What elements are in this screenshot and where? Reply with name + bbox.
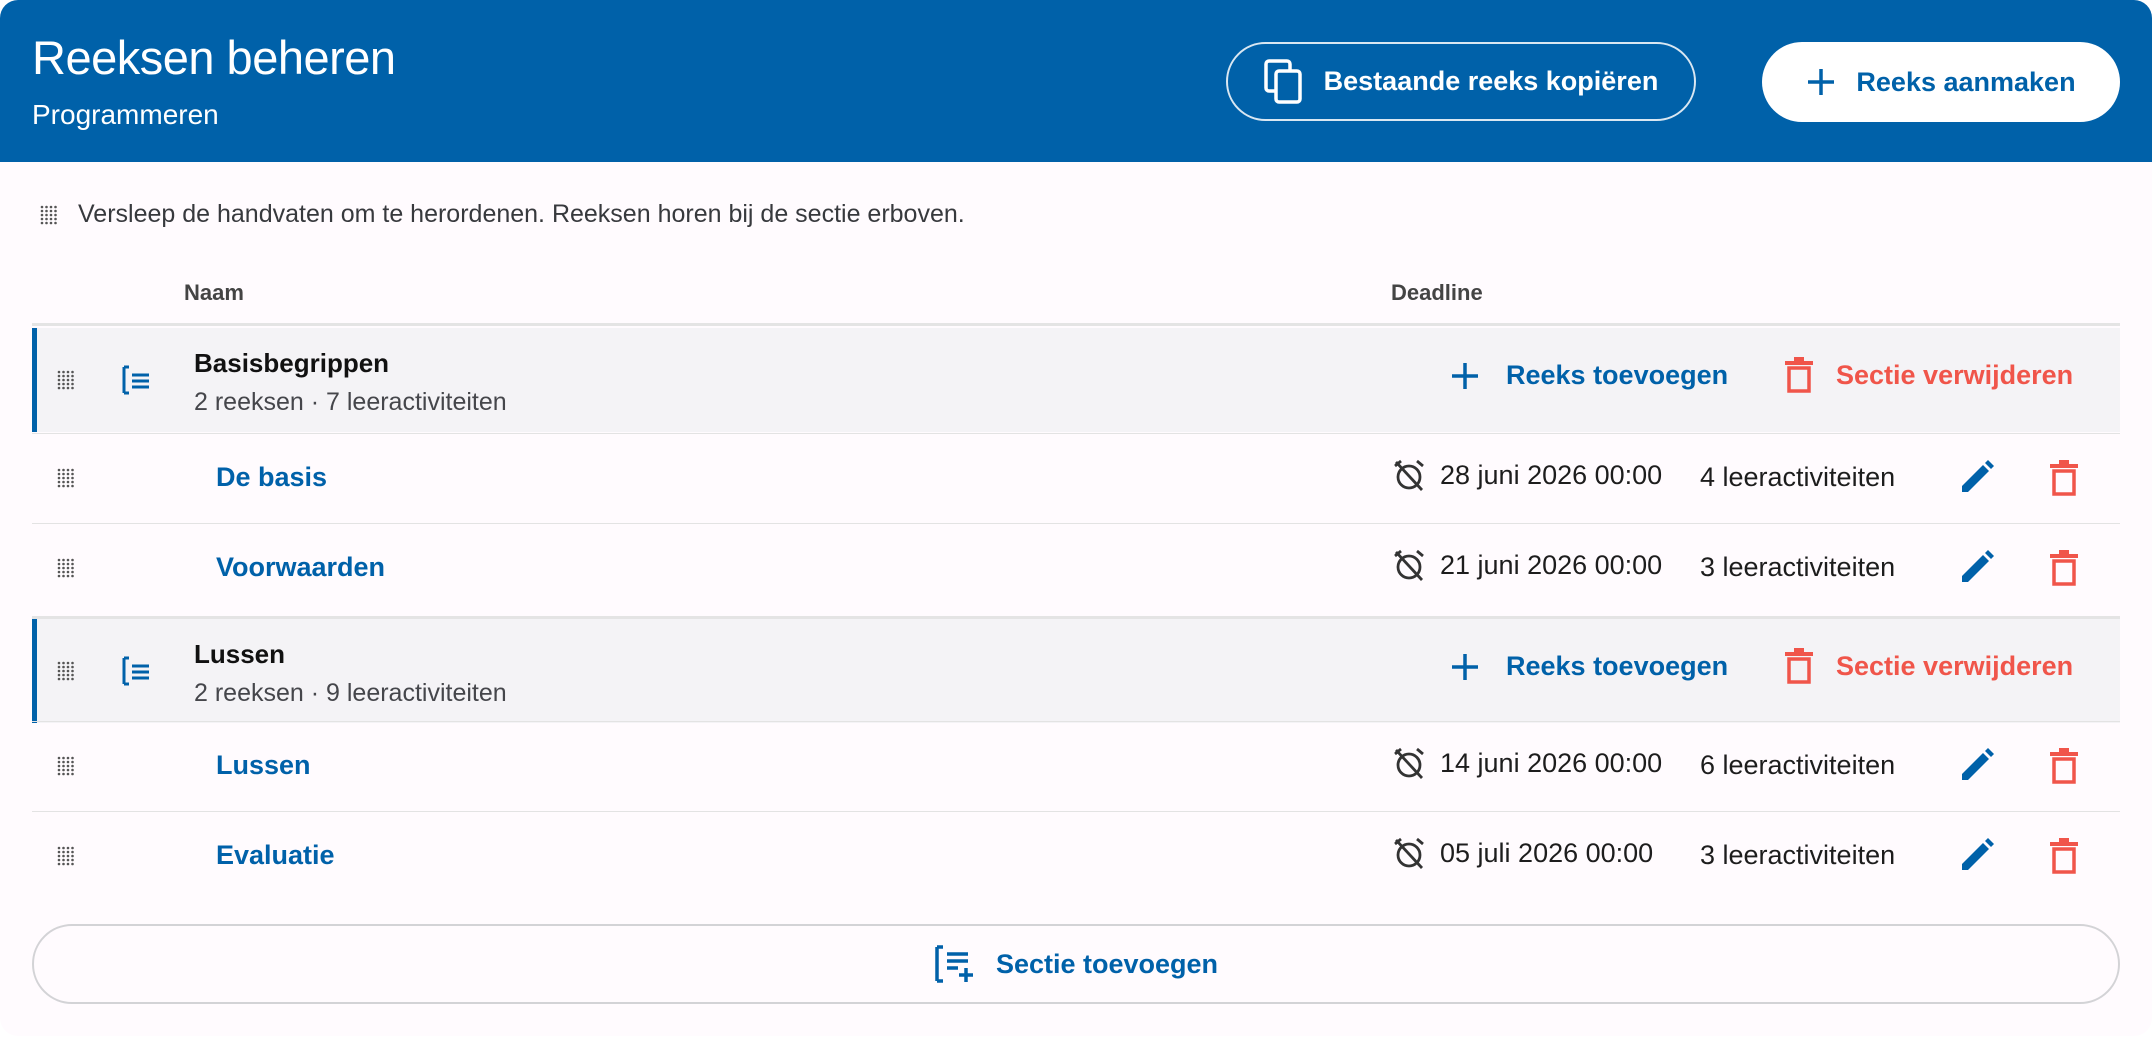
header-bar: Reeksen beheren Programmeren Bestaande r… [0, 0, 2152, 162]
section-name: Basisbegrippen [194, 348, 390, 378]
trash-icon [1785, 357, 1813, 393]
page-title: Reeksen beheren [32, 31, 396, 84]
plus-icon [1452, 653, 1478, 680]
section-accent-bar [32, 328, 37, 432]
series-name-link[interactable]: Evaluatie [216, 840, 335, 871]
section-meta: 2 reeksen · 7 leeractiviteiten [194, 388, 507, 416]
trash-icon [2050, 460, 2078, 496]
drag-handle-icon[interactable] [56, 661, 76, 681]
series-name-link[interactable]: Voorwaarden [216, 552, 385, 583]
delete-series-button[interactable] [2042, 546, 2086, 590]
copy-existing-series-label: Bestaande reeks kopiëren [1323, 66, 1659, 96]
series-activity-count: 6 leeractiviteiten [1700, 750, 1896, 780]
delete-section-button[interactable]: Sectie verwijderen [1784, 647, 2073, 685]
delete-section-label: Sectie verwijderen [1836, 359, 2074, 390]
series-row: Lussen 14 juni 2026 00:00 6 leeractivite… [32, 721, 2120, 812]
trash-icon [2050, 748, 2078, 784]
playlist-add-icon [935, 945, 973, 983]
add-series-label: Reeks toevoegen [1506, 651, 1729, 681]
series-deadline: 28 juni 2026 00:00 [1392, 458, 1662, 492]
add-series-button[interactable]: Reeks toevoegen [1450, 360, 1728, 391]
section-row: Basisbegrippen 2 reeksen · 7 leeractivit… [32, 328, 2120, 432]
section-row: Lussen 2 reeksen · 9 leeractiviteiten Re… [32, 616, 2120, 723]
delete-series-button[interactable] [2042, 744, 2086, 788]
pencil-icon [1962, 550, 1994, 582]
drag-handle-icon[interactable] [56, 756, 76, 776]
reorder-hint: Versleep de handvaten om te herordenen. … [40, 200, 965, 229]
section-list-icon [122, 365, 149, 395]
edit-series-button[interactable] [1954, 546, 1998, 590]
series-manager-card: Reeksen beheren Programmeren Bestaande r… [0, 0, 2152, 1036]
header-divider [32, 323, 2120, 326]
pencil-icon [1962, 838, 1994, 870]
plus-icon [1452, 362, 1478, 389]
trash-icon [1785, 648, 1813, 684]
alarm-off-icon [1394, 549, 1424, 581]
series-deadline-text: 05 juli 2026 00:00 [1440, 837, 1654, 868]
series-activity-count: 3 leeractiviteiten [1700, 552, 1896, 582]
series-row: Evaluatie 05 juli 2026 00:00 3 leeractiv… [32, 811, 2120, 902]
edit-series-button[interactable] [1954, 834, 1998, 878]
drag-handle-icon [40, 205, 57, 224]
drag-handle-icon[interactable] [56, 846, 76, 866]
series-deadline-text: 28 juni 2026 00:00 [1440, 459, 1663, 490]
series-deadline-text: 14 juni 2026 00:00 [1440, 747, 1663, 778]
add-series-label: Reeks toevoegen [1506, 360, 1729, 390]
series-deadline: 05 juli 2026 00:00 [1392, 836, 1653, 870]
delete-series-button[interactable] [2042, 456, 2086, 500]
column-header-name: Naam [184, 280, 244, 305]
add-section-button[interactable]: Sectie toevoegen [32, 924, 2120, 1004]
pencil-icon [1962, 460, 1994, 492]
reorder-hint-text: Versleep de handvaten om te herordenen. … [78, 200, 965, 228]
delete-series-button[interactable] [2042, 834, 2086, 878]
delete-section-label: Sectie verwijderen [1836, 650, 2074, 681]
trash-icon [2050, 838, 2078, 874]
alarm-off-icon [1394, 837, 1424, 869]
pencil-icon [1962, 748, 1994, 780]
page-subtitle: Programmeren [32, 99, 219, 130]
add-series-button[interactable]: Reeks toevoegen [1450, 651, 1728, 682]
drag-handle-icon[interactable] [56, 370, 76, 390]
alarm-off-icon [1394, 459, 1424, 491]
series-row: De basis 28 juni 2026 00:00 4 leeractivi… [32, 433, 2120, 524]
alarm-off-icon [1394, 747, 1424, 779]
series-name-link[interactable]: De basis [216, 462, 327, 493]
series-deadline-text: 21 juni 2026 00:00 [1440, 549, 1663, 580]
column-header-deadline: Deadline [1391, 280, 1483, 305]
section-name: Lussen [194, 639, 286, 669]
create-series-label: Reeks aanmaken [1856, 66, 2076, 97]
add-section-label: Sectie toevoegen [995, 948, 1219, 979]
plus-icon [1808, 69, 1835, 95]
create-series-button[interactable]: Reeks aanmaken [1762, 42, 2120, 122]
delete-section-button[interactable]: Sectie verwijderen [1784, 356, 2073, 394]
section-accent-bar [32, 619, 37, 723]
series-deadline: 14 juni 2026 00:00 [1392, 746, 1662, 780]
copy-existing-series-button[interactable]: Bestaande reeks kopiëren [1226, 42, 1696, 121]
drag-handle-icon[interactable] [56, 468, 76, 488]
series-activity-count: 3 leeractiviteiten [1700, 840, 1896, 870]
series-deadline: 21 juni 2026 00:00 [1392, 548, 1662, 582]
section-meta: 2 reeksen · 9 leeractiviteiten [194, 679, 507, 707]
edit-series-button[interactable] [1954, 744, 1998, 788]
series-row: Voorwaarden 21 juni 2026 00:00 3 leeract… [32, 523, 2120, 614]
section-list-icon [122, 656, 149, 686]
edit-series-button[interactable] [1954, 456, 1998, 500]
drag-handle-icon[interactable] [56, 558, 76, 578]
series-name-link[interactable]: Lussen [216, 750, 311, 781]
trash-icon [2050, 550, 2078, 586]
copy-icon [1263, 58, 1302, 104]
series-activity-count: 4 leeractiviteiten [1700, 462, 1896, 492]
